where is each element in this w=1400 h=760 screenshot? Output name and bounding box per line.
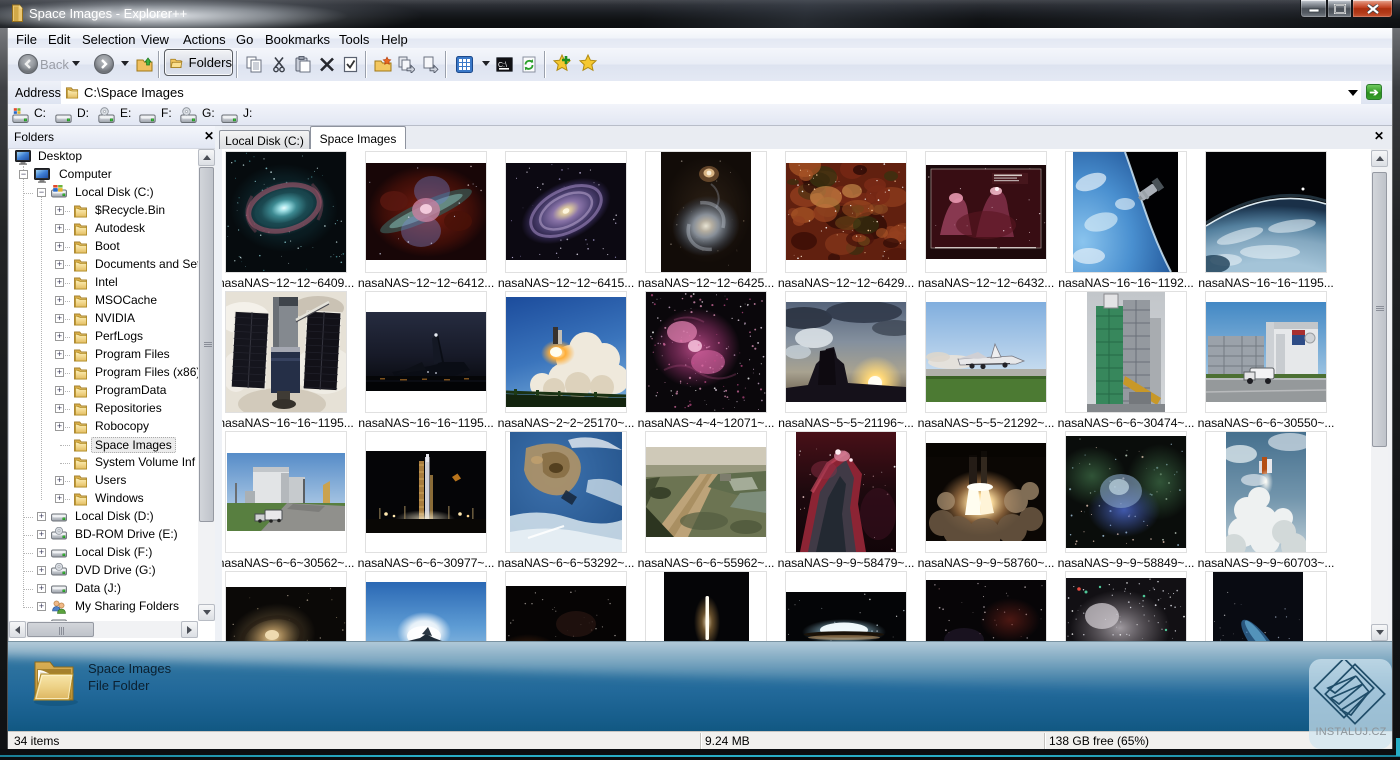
svg-text:C:\: C:\ — [498, 62, 507, 69]
